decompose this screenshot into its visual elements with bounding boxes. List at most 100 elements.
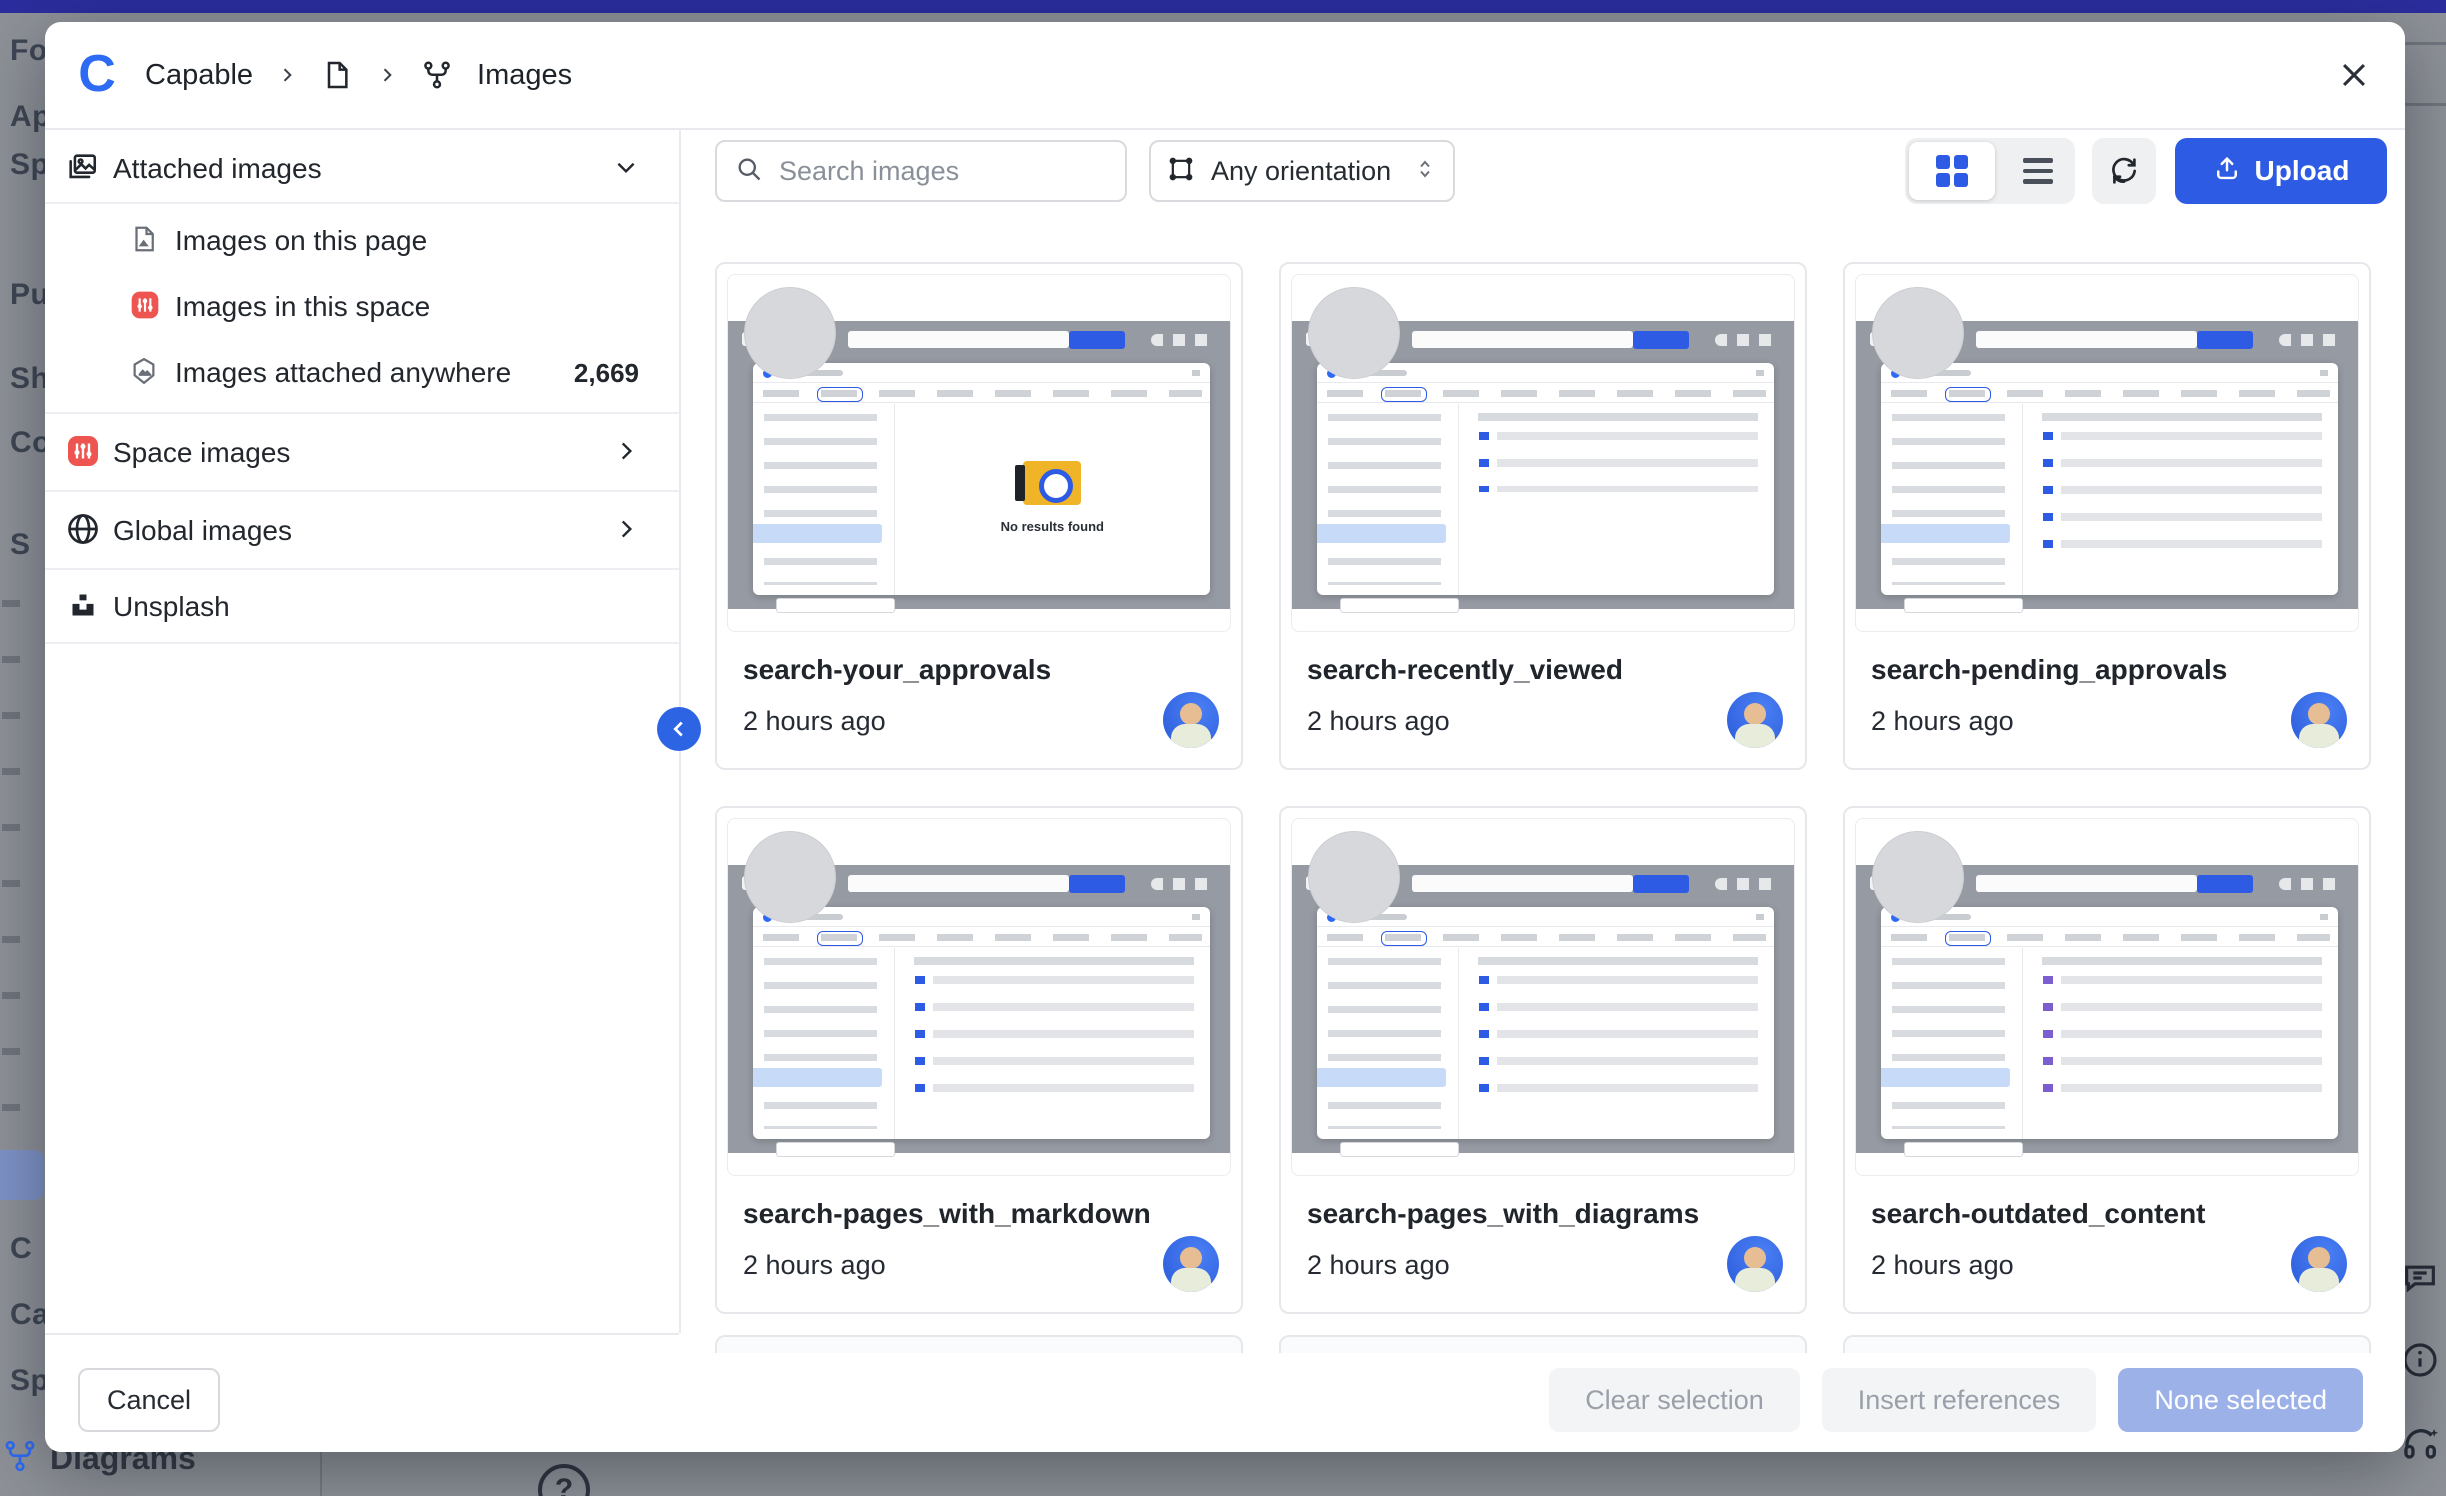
card-thumbnail[interactable] — [1855, 818, 2359, 1176]
sidebar-item-space-images[interactable]: Space images — [45, 418, 679, 488]
sidebar-item-label: Global images — [113, 515, 292, 547]
capable-logo: C — [73, 51, 121, 99]
chevron-right-icon — [613, 438, 639, 469]
image-card-partial — [1843, 1335, 2371, 1355]
unsplash-icon — [69, 591, 97, 624]
image-title: search-recently_viewed — [1307, 654, 1623, 686]
background-sidebar-item: S — [10, 528, 31, 562]
page-icon[interactable] — [321, 59, 353, 91]
orientation-select[interactable]: Any orientation — [1149, 140, 1455, 202]
search-icon — [735, 155, 763, 188]
branch-icon — [421, 59, 453, 91]
background-sidebar-item: Ca — [10, 1298, 49, 1332]
sidebar-item-images-attached-anywhere[interactable]: Images attached anywhere 2,669 — [45, 340, 679, 406]
breadcrumb-current: Images — [477, 59, 572, 92]
sidebar-item-unsplash[interactable]: Unsplash — [45, 574, 679, 640]
background-sidebar-item: C — [10, 1232, 32, 1266]
uploader-avatar — [1727, 1236, 1783, 1292]
card-thumbnail[interactable] — [727, 818, 1231, 1176]
uploader-avatar — [2291, 1236, 2347, 1292]
collapse-sidebar-button[interactable] — [657, 707, 701, 751]
card-thumbnail[interactable]: No results found — [727, 274, 1231, 632]
image-card: No results found search-your_approvals 2… — [715, 262, 1243, 770]
clear-selection-button[interactable]: Clear selection — [1549, 1368, 1800, 1432]
grid-icon — [1936, 155, 1968, 187]
background-sidebar-item: Sh — [10, 362, 49, 396]
sidebar-item-label: Images attached anywhere — [175, 357, 511, 389]
thumbnail-avatar-placeholder — [1872, 287, 1964, 379]
background-sidebar-item: Sp — [10, 1364, 49, 1398]
image-card: search-pending_approvals 2 hours ago — [1843, 262, 2371, 770]
sidebar-group-label: Attached images — [113, 153, 322, 185]
sidebar-item-global-images[interactable]: Global images — [45, 496, 679, 566]
assistant-listen-icon[interactable] — [2400, 1422, 2442, 1464]
image-search — [715, 140, 1127, 202]
sidebar-group-attached-images[interactable]: Attached images — [45, 138, 679, 200]
help-icon: ? — [538, 1464, 590, 1496]
dialog-sidebar: Attached images Images on this page — [45, 128, 679, 1452]
background-sidebar-list — [2, 600, 20, 1148]
list-view-button[interactable] — [2023, 138, 2053, 204]
chevron-right-icon — [277, 65, 297, 85]
thumbnail-avatar-placeholder — [744, 287, 836, 379]
search-input[interactable] — [779, 156, 1079, 187]
upload-button[interactable]: Upload — [2175, 138, 2387, 204]
image-timestamp: 2 hours ago — [1871, 1250, 2014, 1281]
refresh-button[interactable] — [2092, 138, 2156, 204]
image-timestamp: 2 hours ago — [743, 706, 886, 737]
branch-icon — [2, 1438, 38, 1479]
space-images-icon — [65, 433, 101, 474]
page-edge-toolbar — [2400, 1258, 2442, 1464]
sidebar-item-label: Unsplash — [113, 591, 230, 623]
uploader-avatar — [1163, 692, 1219, 748]
select-chevrons-icon — [1413, 157, 1437, 186]
cancel-button[interactable]: Cancel — [78, 1368, 220, 1432]
breadcrumb-app[interactable]: Capable — [145, 59, 253, 92]
image-card: search-outdated_content 2 hours ago — [1843, 806, 2371, 1314]
orientation-icon — [1167, 155, 1195, 188]
sidebar-item-images-in-this-space[interactable]: Images in this space — [45, 274, 679, 340]
sidebar-item-images-on-this-page[interactable]: Images on this page — [45, 208, 679, 274]
insert-references-button[interactable]: Insert references — [1822, 1368, 2097, 1432]
chevron-right-icon — [377, 65, 397, 85]
background-sidebar-item: Fo — [10, 34, 48, 68]
comment-icon[interactable] — [2400, 1258, 2442, 1298]
image-title: search-pages_with_markdown — [743, 1198, 1151, 1230]
image-title: search-pending_approvals — [1871, 654, 2227, 686]
sidebar-item-label: Space images — [113, 437, 290, 469]
card-thumbnail[interactable] — [1291, 274, 1795, 632]
card-thumbnail[interactable] — [1291, 818, 1795, 1176]
card-thumbnail[interactable] — [1855, 274, 2359, 632]
background-top-bar — [0, 0, 2446, 13]
sidebar-item-label: Images on this page — [175, 225, 427, 257]
chevron-right-icon — [613, 516, 639, 547]
image-card-partial — [715, 1335, 1243, 1355]
uploader-avatar — [2291, 692, 2347, 748]
no-results-text: No results found — [895, 519, 1210, 534]
background-sidebar-item: Pu — [10, 278, 49, 312]
background-sidebar-item: Sp — [10, 148, 49, 182]
divider — [45, 412, 679, 414]
image-title: search-outdated_content — [1871, 1198, 2206, 1230]
divider — [45, 490, 679, 492]
image-timestamp: 2 hours ago — [1307, 1250, 1450, 1281]
info-icon[interactable] — [2400, 1340, 2442, 1380]
page-image-icon — [129, 224, 159, 259]
upload-label: Upload — [2255, 155, 2350, 187]
upload-icon — [2213, 154, 2241, 189]
chevron-down-icon[interactable] — [613, 154, 639, 185]
thumbnail-avatar-placeholder — [1308, 287, 1400, 379]
item-count-badge: 2,669 — [574, 358, 639, 389]
background-selected-item — [0, 1150, 44, 1200]
close-icon[interactable] — [2337, 58, 2371, 92]
grid-view-button[interactable] — [1909, 142, 1995, 200]
image-card: search-pages_with_markdown 2 hours ago — [715, 806, 1243, 1314]
image-card: search-recently_viewed 2 hours ago — [1279, 262, 1807, 770]
divider — [45, 642, 679, 644]
selection-status-button[interactable]: None selected — [2118, 1368, 2363, 1432]
thumbnail-avatar-placeholder — [1872, 831, 1964, 923]
divider — [45, 202, 679, 204]
sidebar-item-label: Images in this space — [175, 291, 430, 323]
divider — [45, 568, 679, 570]
image-picker-dialog: C Capable Images — [45, 22, 2405, 1452]
